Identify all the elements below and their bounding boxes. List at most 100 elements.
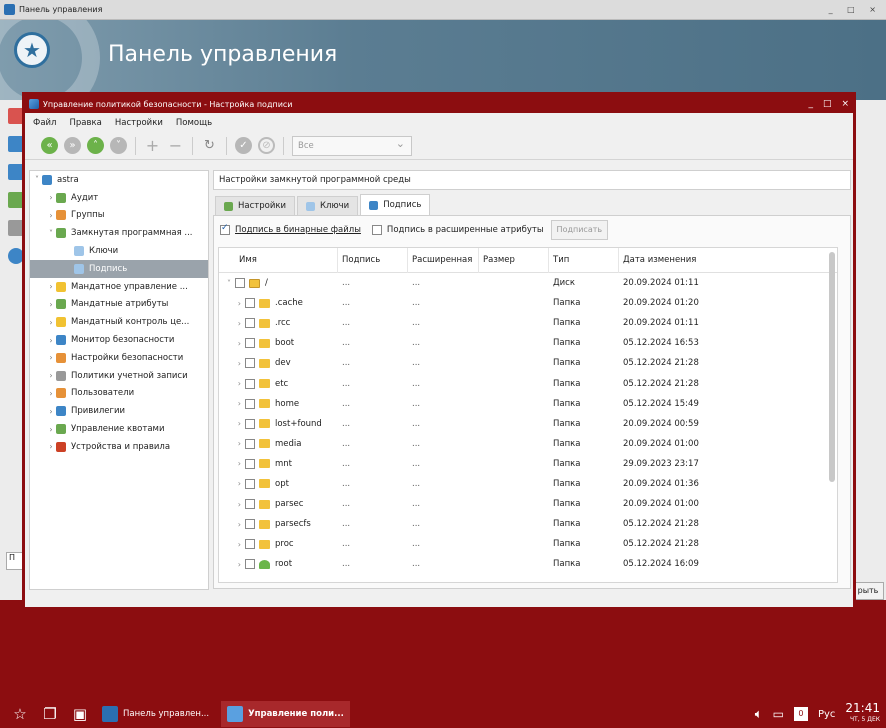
table-row[interactable]: › opt...... Папка 20.09.2024 01:36	[219, 474, 837, 494]
expand-arrow-icon[interactable]: ˅	[46, 229, 56, 238]
table-row[interactable]: › .rcc...... Папка 20.09.2024 01:11	[219, 313, 837, 333]
expand-arrow-icon[interactable]: ›	[46, 336, 56, 345]
row-checkbox[interactable]	[245, 458, 255, 469]
menu-edit[interactable]: Правка	[69, 118, 101, 128]
back-icon[interactable]: «	[41, 137, 58, 154]
expand-arrow-icon[interactable]: ›	[46, 282, 56, 291]
forward-icon[interactable]: »	[64, 137, 81, 154]
expand-arrow-icon[interactable]: ›	[46, 389, 56, 398]
keyboard-layout[interactable]: Рус	[818, 709, 835, 720]
vertical-scrollbar[interactable]	[829, 252, 835, 482]
clock[interactable]: 21:41 ЧТ, 5 ДЕК	[845, 702, 880, 725]
expand-arrow-icon[interactable]: ›	[46, 371, 56, 380]
expand-arrow-icon[interactable]: ›	[46, 193, 56, 202]
tree-item[interactable]: › Настройки безопасности	[30, 349, 208, 367]
binary-sign-label[interactable]: Подпись в бинарные файлы	[235, 225, 361, 235]
tab-keys[interactable]: Ключи	[297, 196, 359, 215]
table-row[interactable]: › parsec...... Папка 20.09.2024 01:00	[219, 494, 837, 514]
tab-signature[interactable]: Подпись	[360, 194, 431, 215]
volume-icon[interactable]: 🔈︎	[755, 707, 763, 722]
row-checkbox[interactable]	[245, 519, 255, 530]
menu-settings[interactable]: Настройки	[115, 118, 163, 128]
row-checkbox[interactable]	[245, 499, 255, 510]
table-row[interactable]: › dev...... Папка 05.12.2024 21:28	[219, 353, 837, 373]
expand-arrow-icon[interactable]: ›	[219, 399, 245, 408]
apply-icon[interactable]: ✓	[235, 137, 252, 154]
tree-item[interactable]: › Мандатный контроль це...	[30, 313, 208, 331]
expand-arrow-icon[interactable]: ›	[219, 560, 245, 569]
table-row[interactable]: › home...... Папка 05.12.2024 15:49	[219, 394, 837, 414]
expand-arrow-icon[interactable]: ›	[46, 442, 56, 451]
expand-arrow-icon[interactable]: ›	[219, 459, 245, 468]
table-row[interactable]: › etc...... Папка 05.12.2024 21:28	[219, 373, 837, 393]
file-manager-icon[interactable]: ▣	[70, 704, 90, 724]
maximize-button[interactable]: □	[823, 99, 832, 109]
table-row[interactable]: › root...... Папка 05.12.2024 16:09	[219, 554, 837, 574]
tree-item[interactable]: ˅ Замкнутая программная ...	[30, 224, 208, 242]
task-security-policy[interactable]: Управление поли...	[221, 701, 350, 727]
expand-arrow-icon[interactable]: ›	[46, 353, 56, 362]
tree-root[interactable]: ˅ astra	[30, 171, 208, 189]
table-row[interactable]: › mnt...... Папка 29.09.2023 23:17	[219, 454, 837, 474]
row-checkbox[interactable]	[245, 358, 255, 369]
menu-file[interactable]: Файл	[33, 118, 56, 128]
expand-arrow-icon[interactable]: ›	[46, 318, 56, 327]
tree-item[interactable]: › Мандатные атрибуты	[30, 296, 208, 314]
tree-item[interactable]: › Монитор безопасности	[30, 331, 208, 349]
remove-icon[interactable]: −	[167, 137, 184, 154]
menu-help[interactable]: Помощь	[176, 118, 212, 128]
col-signature[interactable]: Подпись	[338, 248, 408, 273]
col-extended[interactable]: Расширенная	[408, 248, 479, 273]
expand-arrow-icon[interactable]: ›	[46, 211, 56, 220]
table-row[interactable]: › media...... Папка 20.09.2024 01:00	[219, 434, 837, 454]
expand-arrow-icon[interactable]: ›	[46, 300, 56, 309]
col-type[interactable]: Тип	[549, 248, 619, 273]
tree-item[interactable]: Ключи	[30, 242, 208, 260]
table-row[interactable]: › parsecfs...... Папка 05.12.2024 21:28	[219, 514, 837, 534]
expand-arrow-icon[interactable]: ›	[219, 379, 245, 388]
row-checkbox[interactable]	[245, 398, 255, 409]
table-row[interactable]: ˅ /...... Диск 20.09.2024 01:11	[219, 273, 837, 293]
col-name[interactable]: Имя	[219, 248, 338, 273]
binary-sign-checkbox[interactable]	[220, 223, 230, 235]
notifications-icon[interactable]: 0	[793, 707, 808, 721]
expand-arrow-icon[interactable]: ˅	[219, 279, 235, 288]
col-date[interactable]: Дата изменения	[619, 248, 819, 273]
row-checkbox[interactable]	[245, 338, 255, 349]
table-row[interactable]: › .cache...... Папка 20.09.2024 01:20	[219, 293, 837, 313]
tree-item[interactable]: › Политики учетной записи	[30, 367, 208, 385]
row-checkbox[interactable]	[245, 539, 255, 550]
network-icon[interactable]: ▭	[773, 707, 784, 721]
add-icon[interactable]: +	[144, 137, 161, 154]
expand-arrow-icon[interactable]: ›	[219, 339, 245, 348]
desktops-icon[interactable]: ❐	[40, 704, 60, 724]
expand-arrow-icon[interactable]: ›	[219, 419, 245, 428]
row-checkbox[interactable]	[245, 438, 255, 449]
expand-arrow-icon[interactable]: ›	[46, 407, 56, 416]
close-button[interactable]: ×	[841, 99, 849, 109]
control-panel-open-button[interactable]: рыть	[852, 582, 884, 600]
control-panel-window-buttons[interactable]: _ □ ×	[829, 5, 882, 14]
row-checkbox[interactable]	[245, 318, 255, 329]
tab-settings[interactable]: Настройки	[215, 196, 296, 215]
table-row[interactable]: › lost+found...... Папка 20.09.2024 00:59	[219, 414, 837, 434]
start-menu-icon[interactable]: ☆	[10, 704, 30, 724]
table-row[interactable]: › boot...... Папка 05.12.2024 16:53	[219, 333, 837, 353]
refresh-icon[interactable]: ↻	[201, 137, 218, 154]
tree-item[interactable]: › Группы	[30, 207, 208, 225]
tree-item[interactable]: › Пользователи	[30, 385, 208, 403]
expand-arrow-icon[interactable]: ›	[219, 520, 245, 529]
task-control-panel[interactable]: Панель управлен...	[96, 701, 215, 727]
expand-arrow-icon[interactable]: ›	[219, 540, 245, 549]
expand-arrow-icon[interactable]: ›	[219, 359, 245, 368]
sign-button[interactable]: Подписать	[550, 220, 609, 240]
expand-arrow-icon[interactable]: ›	[219, 479, 245, 488]
col-size[interactable]: Размер	[479, 248, 549, 273]
collapse-arrow-icon[interactable]: ˅	[32, 175, 42, 184]
tree-item[interactable]: › Управление квотами	[30, 420, 208, 438]
row-checkbox[interactable]	[245, 418, 255, 429]
expand-arrow-icon[interactable]: ›	[219, 319, 245, 328]
cancel-icon[interactable]: ⊘	[258, 137, 275, 154]
row-checkbox[interactable]	[245, 378, 255, 389]
tree-item[interactable]: › Аудит	[30, 189, 208, 207]
